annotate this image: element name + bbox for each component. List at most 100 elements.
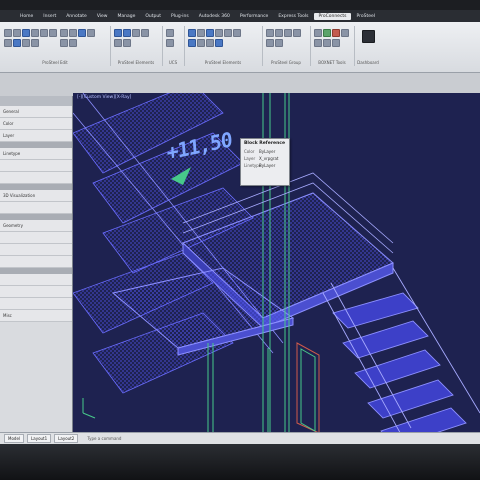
palette-row[interactable] [0,160,72,172]
ribbon-panel-ucs: UCS [162,26,185,66]
tab-view[interactable]: View [93,13,112,20]
connection-tool-icon[interactable] [224,29,232,37]
ladder-tool-icon[interactable] [215,29,223,37]
boxnet-check-icon[interactable] [323,29,331,37]
palette-row[interactable]: Linetype [0,148,72,160]
extend-tool-icon[interactable] [13,39,21,47]
beam-tool-icon[interactable] [114,29,122,37]
tooltip-row: Linetype ByLayer [241,162,289,169]
cut-tool-icon[interactable] [188,39,196,47]
panel-title: BOXNET Tools [318,60,346,65]
palette-row[interactable]: Misc [0,310,72,322]
command-line-input[interactable]: Type a command [87,436,121,441]
break-tool-icon[interactable] [87,29,95,37]
group-add-icon[interactable] [266,39,274,47]
lengthen-tool-icon[interactable] [206,39,214,47]
array-tool-icon[interactable] [60,29,68,37]
tab-home[interactable]: Home [16,13,37,20]
trim-tool-icon[interactable] [4,39,12,47]
dashboard-icon[interactable] [362,30,375,43]
tab-prosteel[interactable]: ProSteel [353,13,380,20]
layout1-tab[interactable]: Layout1 [27,434,52,443]
palette-row[interactable] [0,286,72,298]
shorten-tool-icon[interactable] [197,39,205,47]
palette-row[interactable] [0,172,72,184]
profile-tool-icon[interactable] [188,29,196,37]
tooltip-key: Color [244,149,255,154]
move-tool-icon[interactable] [4,29,12,37]
boxnet-export-icon[interactable] [314,39,322,47]
panel-title: Dashboard [357,60,379,65]
boxnet-sync-icon[interactable] [332,39,340,47]
offset-tool-icon[interactable] [69,29,77,37]
boxnet-tool-icon[interactable] [314,29,322,37]
palette-row[interactable]: Color [0,118,72,130]
railing-tool-icon[interactable] [206,29,214,37]
tab-autodesk-360[interactable]: Autodesk 360 [195,13,234,20]
model-tab[interactable]: Model [4,434,25,443]
miter-tool-icon[interactable] [215,39,223,47]
group-remove-icon[interactable] [275,39,283,47]
tab-insert[interactable]: Insert [39,13,60,20]
group-tool-icon[interactable] [266,29,274,37]
palette-row[interactable]: 3D Visualization [0,190,72,202]
plate-tool-icon[interactable] [132,29,140,37]
tab-express-tools[interactable]: Express Tools [274,13,312,20]
panel-title: ProSteel Elements [204,60,242,65]
fillet-tool-icon[interactable] [22,39,30,47]
palette-row[interactable]: Layer [0,130,72,142]
ribbon-panel-elements-2: ProSteel Elements [184,26,263,66]
rotate-tool-icon[interactable] [22,29,30,37]
ribbon-panel-boxnet: BOXNET Tools [310,26,355,66]
grating-tool-icon[interactable] [197,29,205,37]
tab-output[interactable]: Output [141,13,165,20]
tab-performance[interactable]: Performance [236,13,273,20]
palette-row[interactable]: Geometry [0,220,72,232]
tab-annotate[interactable]: Annotate [62,13,91,20]
layout2-tab[interactable]: Layout2 [54,434,79,443]
column-tool-icon[interactable] [123,29,131,37]
ribbon-panel-edit: ProSteel Edit [0,26,111,66]
tooltip-key: Linetype [244,163,262,168]
copy-tool-icon[interactable] [13,29,21,37]
palette-row[interactable] [0,298,72,310]
stretch-tool-icon[interactable] [49,29,57,37]
boxnet-list-icon[interactable] [341,29,349,37]
monitor-bezel-bottom [0,444,480,480]
boxnet-flag-icon[interactable] [332,29,340,37]
palette-row[interactable] [0,202,72,214]
tab-plugins[interactable]: Plug-ins [167,13,193,20]
palette-row[interactable] [0,232,72,244]
status-bar: Model Layout1 Layout2 Type a command [0,432,480,444]
scale-tool-icon[interactable] [40,29,48,37]
tooltip-value: ByLayer [259,163,276,168]
erase-tool-icon[interactable] [69,39,77,47]
palette-row[interactable]: General [0,106,72,118]
panel-title: ProSteel Elements [117,60,155,65]
ribbon-panel-area: ProSteel Edit ProSteel Elements UCS ProS… [0,22,480,73]
palette-row[interactable] [0,244,72,256]
group-edit-icon[interactable] [284,29,292,37]
group-select-icon[interactable] [293,29,301,37]
ungroup-tool-icon[interactable] [275,29,283,37]
viewport-label[interactable]: [-][Custom View][X-Ray] [77,95,131,100]
palette-row[interactable] [0,256,72,268]
tooltip-key: Layer [244,156,256,161]
explode-tool-icon[interactable] [60,39,68,47]
weld-tool-icon[interactable] [114,39,122,47]
bolt-tool-icon[interactable] [141,29,149,37]
stair-tool-icon[interactable] [123,39,131,47]
chamfer-tool-icon[interactable] [31,39,39,47]
palette-header[interactable] [0,96,72,106]
ucs-tool-icon[interactable] [166,29,174,37]
tab-manage[interactable]: Manage [114,13,140,20]
mirror-tool-icon[interactable] [31,29,39,37]
ucs-axis-icon [82,398,96,419]
ucs-world-icon[interactable] [166,39,174,47]
palette-row[interactable] [0,274,72,286]
tab-proconnects[interactable]: ProConnects [314,12,351,20]
hole-tool-icon[interactable] [233,29,241,37]
ribbon-panel-elements: ProSteel Elements [110,26,163,66]
boxnet-import-icon[interactable] [323,39,331,47]
join-tool-icon[interactable] [78,29,86,37]
